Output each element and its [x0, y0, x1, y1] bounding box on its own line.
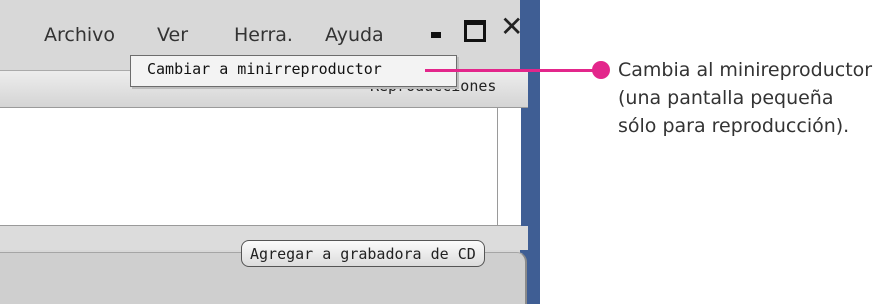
menu-bar: Archivo Ver Herra. Ayuda	[0, 20, 532, 46]
list-scrollbar[interactable]	[497, 108, 521, 226]
callout-text: Cambia al minireproductor (una pantalla …	[618, 56, 883, 140]
menu-archivo[interactable]: Archivo	[44, 24, 115, 46]
menu-ayuda[interactable]: Ayuda	[325, 24, 384, 46]
add-to-cd-burner-button[interactable]: Agregar a grabadora de CD	[241, 240, 485, 267]
minimize-icon[interactable]	[431, 32, 441, 38]
callout-line-1: Cambia al minireproductor	[618, 59, 873, 81]
close-icon[interactable]: ✕	[500, 13, 523, 41]
callout-dot	[592, 61, 610, 79]
ver-dropdown-menu: Cambiar a minirreproductor	[130, 55, 457, 87]
menu-ver[interactable]: Ver	[157, 24, 188, 46]
menu-herramientas[interactable]: Herra.	[234, 24, 293, 46]
app-window: Archivo Ver Herra. Ayuda ✕ Reproduccione…	[0, 0, 540, 304]
callout-line	[425, 69, 602, 72]
maximize-icon[interactable]	[464, 20, 486, 42]
switch-to-mini-player-item[interactable]: Cambiar a minirreproductor	[147, 60, 382, 78]
callout-line-2: (una pantalla pequeña	[618, 87, 834, 109]
play-list[interactable]	[0, 108, 497, 226]
callout-line-3: sólo para reproducción).	[618, 115, 850, 137]
